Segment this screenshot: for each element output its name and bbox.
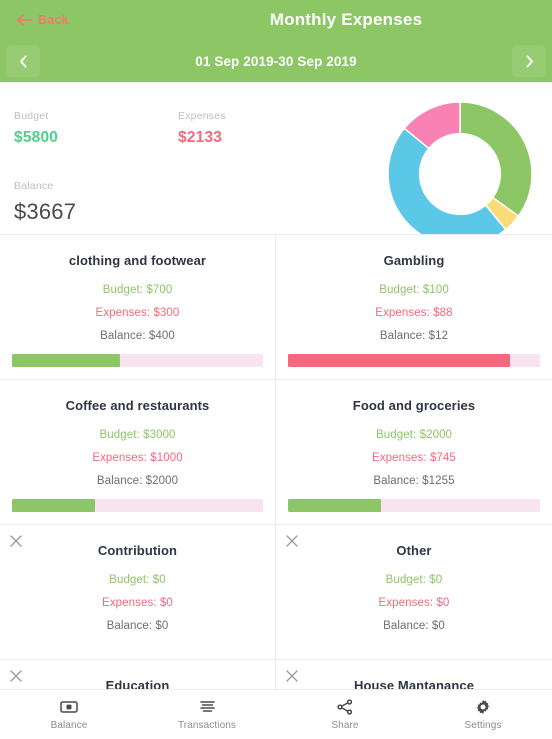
category-card-expenses: Expenses: $88: [375, 307, 453, 319]
category-card-expenses: Expenses: $0: [102, 597, 173, 609]
category-card-budget: Budget: $0: [109, 574, 166, 586]
next-period-button[interactable]: [512, 45, 546, 77]
nav-item-settings[interactable]: Settings: [414, 698, 552, 731]
donut-slice: [459, 101, 533, 218]
category-progress-track: [288, 354, 540, 367]
category-card-expenses: Expenses: $745: [372, 452, 456, 464]
category-card-expenses: Expenses: $0: [378, 597, 450, 609]
category-card[interactable]: Contribution Budget: $0 Expenses: $0 Balanc…: [0, 525, 276, 660]
summary-section: Budget $5800 Expenses $2133 Balance $366…: [0, 82, 552, 247]
category-card-title: Food and groceries: [352, 398, 476, 413]
bottom-navigation: Balance Transactions Share Settings: [0, 689, 552, 739]
category-card[interactable]: Food and groceries Budget: $2000 Expenses:…: [276, 380, 552, 525]
category-card[interactable]: Coffee and restaurants Budget: $3000 Expen…: [0, 380, 276, 525]
category-card-balance: Balance: $12: [379, 330, 449, 342]
nav-item-share[interactable]: Share: [276, 698, 414, 731]
category-card-title: clothing and footwear: [68, 253, 207, 268]
app-header: Back Monthly Expenses: [0, 0, 552, 40]
summary-budget-value: $5800: [14, 129, 59, 146]
category-card-title: Coffee and restaurants: [65, 398, 210, 413]
category-card-budget: Budget: $700: [102, 284, 173, 296]
category-card-budget: Budget: $100: [379, 284, 449, 296]
category-progress-track: [288, 499, 540, 512]
nav-label-share: Share: [331, 720, 359, 731]
category-progress-fill: [12, 354, 120, 367]
summary-expenses-value: $2133: [178, 129, 223, 146]
page-title: Monthly Expenses: [269, 10, 423, 29]
summary-budget: Budget $5800: [14, 110, 58, 147]
share-icon: [337, 698, 353, 715]
category-card-balance: Balance: $400: [100, 330, 175, 342]
nav-item-balance[interactable]: Balance: [0, 698, 138, 731]
chevron-left-icon: [19, 55, 28, 68]
expenses-donut-chart: [386, 100, 534, 248]
previous-period-button[interactable]: [6, 45, 40, 77]
category-card[interactable]: Other Budget: $0 Expenses: $0 Balance: $0: [276, 525, 552, 660]
category-progress-track: [12, 354, 263, 367]
category-cards-area[interactable]: clothing and footwear Budget: $700 Expense…: [0, 234, 552, 739]
category-card-balance: Balance: $2000: [96, 475, 179, 487]
donut-chart-svg: [387, 101, 533, 247]
close-icon[interactable]: [282, 531, 302, 551]
monthly-expenses-screen: Back Monthly Expenses 01 Sep 2019-30 Sep…: [0, 0, 552, 739]
date-range-label: 01 Sep 2019-30 Sep 2019: [195, 53, 357, 69]
category-progress-track: [12, 499, 263, 512]
category-card-budget: Budget: $3000: [99, 429, 176, 441]
summary-balance-value: $3667: [14, 199, 77, 224]
date-navigation-bar: 01 Sep 2019-30 Sep 2019: [0, 40, 552, 82]
category-card-title: Gambling: [383, 253, 445, 268]
category-card-balance: Balance: $1255: [373, 475, 455, 487]
close-icon[interactable]: [282, 666, 302, 686]
category-card-expenses: Expenses: $300: [95, 307, 180, 319]
nav-label-balance: Balance: [50, 720, 88, 731]
summary-expenses-label: Expenses: [178, 110, 226, 122]
summary-budget-label: Budget: [14, 110, 49, 122]
chevron-right-icon: [525, 55, 534, 68]
summary-balance: Balance $3667: [14, 180, 76, 225]
category-progress-fill: [12, 499, 95, 512]
list-lines-icon: [199, 698, 216, 715]
category-card-balance: Balance: $0: [106, 620, 169, 632]
category-card-title: Contribution: [97, 543, 178, 558]
nav-label-transactions: Transactions: [177, 720, 237, 731]
wallet-icon: [60, 698, 78, 715]
category-card[interactable]: Gambling Budget: $100 Expenses: $88 Balance…: [276, 235, 552, 380]
category-card-title: Other: [396, 543, 432, 558]
category-card[interactable]: clothing and footwear Budget: $700 Expense…: [0, 235, 276, 380]
category-card-balance: Balance: $0: [383, 620, 445, 632]
close-icon[interactable]: [6, 666, 26, 686]
category-card-budget: Budget: $2000: [375, 429, 453, 441]
gear-icon: [475, 698, 491, 715]
category-progress-fill: [288, 499, 382, 512]
nav-item-transactions[interactable]: Transactions: [138, 698, 276, 731]
close-icon[interactable]: [6, 531, 26, 551]
category-progress-fill: [288, 354, 510, 367]
summary-balance-label: Balance: [14, 180, 54, 192]
category-card-expenses: Expenses: $1000: [92, 452, 183, 464]
category-card-budget: Budget: $0: [385, 574, 443, 586]
summary-expenses: Expenses $2133: [178, 110, 226, 147]
nav-label-settings: Settings: [464, 720, 502, 731]
